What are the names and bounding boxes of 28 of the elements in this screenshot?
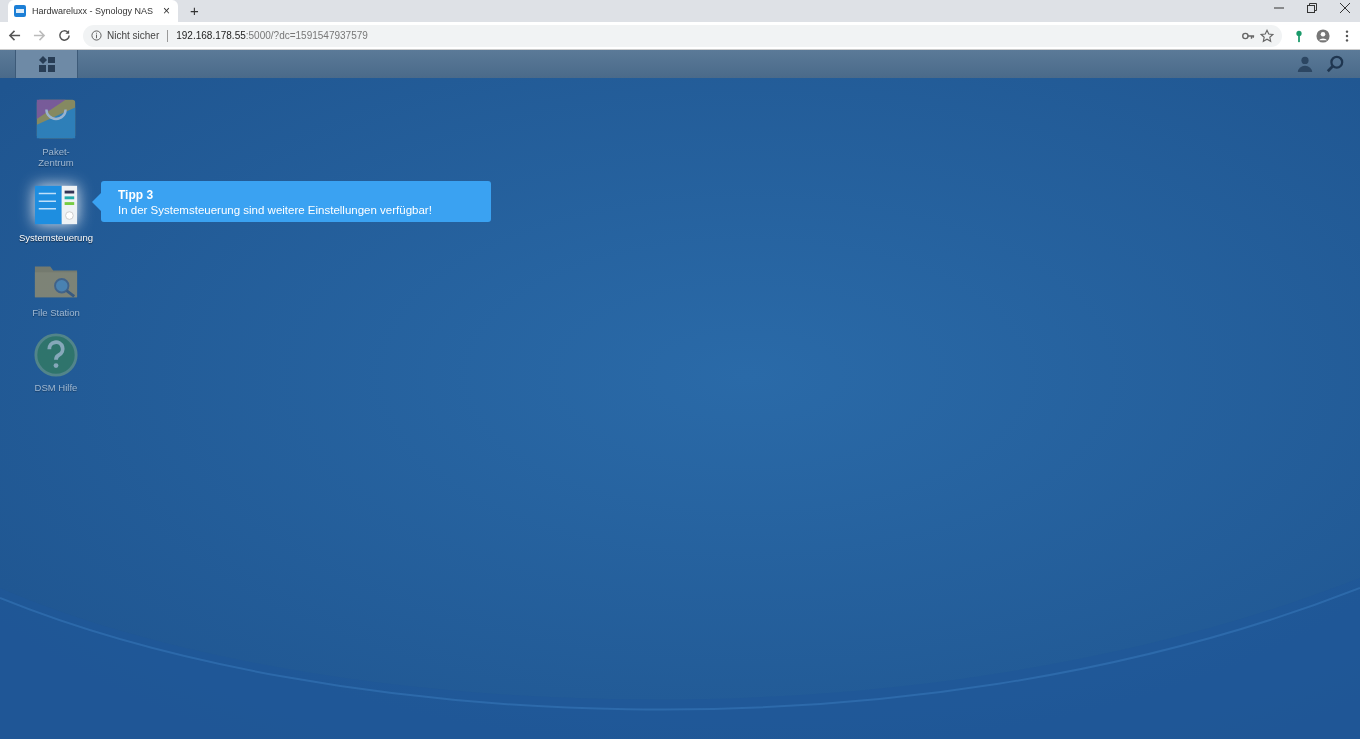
info-icon — [91, 30, 102, 41]
security-label: Nicht sicher — [107, 30, 160, 41]
shortcut-label: Paket- Zentrum — [38, 146, 74, 168]
restore-icon[interactable] — [1307, 3, 1317, 13]
shortcut-label: Systemsteuerung — [19, 232, 93, 243]
tooltip-title: Tipp 3 — [118, 187, 155, 202]
close-icon[interactable] — [1340, 3, 1350, 13]
shortcut-label: File Station — [32, 307, 80, 318]
desktop-shortcut[interactable]: Paket- Zentrum — [10, 96, 102, 168]
reload-icon[interactable] — [58, 29, 71, 42]
back-icon[interactable] — [8, 29, 21, 42]
desktop-shortcut[interactable]: Systemsteuerung — [10, 182, 102, 243]
shortcut-label: DSM Hilfe — [34, 382, 78, 393]
tooltip-text: In der Systemsteuerung sind weitere Einstellungen verfügbar! — [118, 203, 433, 216]
main-menu-button[interactable] — [15, 50, 78, 78]
new-tab-button[interactable]: + — [190, 2, 199, 19]
address-bar[interactable]: Nicht sicher 192.168.178.55:5000/?dc=1591547937579 — [83, 24, 1282, 47]
star-icon[interactable] — [1260, 28, 1274, 43]
url-path: :5000/?dc=1591547937579 — [245, 30, 368, 41]
url-host: 192.168.178.55 — [176, 30, 246, 41]
help-icon — [33, 332, 79, 378]
grid-icon — [38, 56, 55, 72]
close-tab-button[interactable]: × — [163, 4, 170, 18]
browser-tab[interactable]: Hardwareluxx - Synology NAS × — [8, 0, 178, 22]
profile-icon[interactable] — [1316, 28, 1330, 43]
tab-title: Hardwareluxx - Synology NAS — [32, 6, 155, 16]
search-icon[interactable] — [1326, 55, 1344, 73]
dsm-icon — [14, 5, 26, 17]
